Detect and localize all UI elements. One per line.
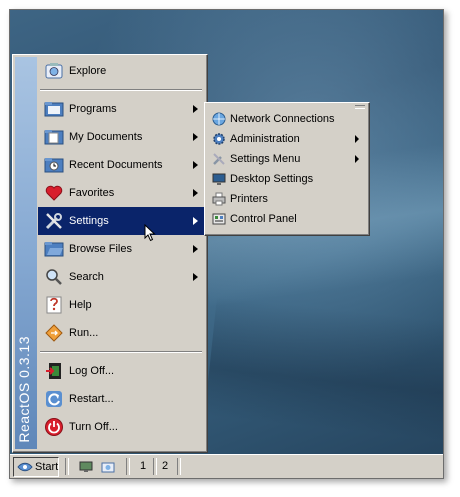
programs-folder-icon — [43, 98, 65, 120]
submenu-item-label: Network Connections — [230, 113, 335, 125]
menu-item-log-off[interactable]: Log Off... — [38, 357, 204, 385]
menu-item-help[interactable]: Help — [38, 291, 204, 319]
menu-item-settings[interactable]: Settings — [38, 207, 204, 235]
control-panel-icon — [211, 211, 227, 227]
submenu-item-settings-menu[interactable]: Settings Menu — [207, 149, 365, 169]
logoff-icon — [43, 360, 65, 382]
submenu-arrow-icon — [193, 217, 198, 225]
menu-item-my-documents[interactable]: My Documents — [38, 123, 204, 151]
taskbar-separator — [126, 458, 130, 475]
submenu-arrow-icon — [193, 161, 198, 169]
submenu-arrow-icon — [193, 133, 198, 141]
menu-item-label: Search — [69, 271, 104, 283]
mouse-cursor-icon — [144, 224, 156, 242]
recent-documents-icon — [43, 154, 65, 176]
network-icon — [211, 111, 227, 127]
favorites-heart-icon — [43, 182, 65, 204]
menu-item-search[interactable]: Search — [38, 263, 204, 291]
submenu-item-administration[interactable]: Administration — [207, 129, 365, 149]
menu-item-explore[interactable]: Explore — [38, 57, 204, 85]
branding-bar: ReactOS 0.3.13 — [15, 57, 37, 449]
submenu-item-label: Administration — [230, 133, 300, 145]
menu-item-label: Help — [69, 299, 92, 311]
documents-folder-icon — [43, 126, 65, 148]
wallpaper-streak-dark — [204, 296, 443, 444]
submenu-item-desktop-settings[interactable]: Desktop Settings — [207, 169, 365, 189]
screenshot-frame: ReactOS 0.3.13 Explore Programs My Docum… — [9, 9, 444, 479]
menu-separator — [40, 351, 202, 353]
search-icon — [43, 266, 65, 288]
submenu-item-network-connections[interactable]: Network Connections — [207, 109, 365, 129]
explorer-quicklaunch-icon[interactable] — [100, 459, 116, 474]
submenu-item-label: Desktop Settings — [230, 173, 314, 185]
menu-item-browse-files[interactable]: Browse Files — [38, 235, 204, 263]
taskbar: Start 1 2 — [10, 454, 443, 478]
power-icon — [43, 416, 65, 438]
menu-item-label: My Documents — [69, 131, 143, 143]
help-icon — [43, 294, 65, 316]
administration-gear-icon — [211, 131, 227, 147]
submenu-item-label: Control Panel — [230, 213, 297, 225]
start-menu: ReactOS 0.3.13 Explore Programs My Docum… — [12, 54, 208, 453]
browse-folder-icon — [43, 238, 65, 260]
submenu-item-label: Settings Menu — [230, 153, 301, 165]
menu-item-programs[interactable]: Programs — [38, 95, 204, 123]
menu-item-label: Browse Files — [69, 243, 132, 255]
submenu-arrow-icon — [193, 273, 198, 281]
menu-item-label: Settings — [69, 215, 109, 227]
menu-item-turn-off[interactable]: Turn Off... — [38, 413, 204, 441]
explore-icon — [43, 60, 65, 82]
menu-item-label: Restart... — [69, 393, 114, 405]
submenu-arrow-icon — [193, 189, 198, 197]
show-desktop-icon[interactable] — [78, 459, 94, 474]
menu-item-recent-documents[interactable]: Recent Documents — [38, 151, 204, 179]
menu-item-restart[interactable]: Restart... — [38, 385, 204, 413]
settings-menu-icon — [211, 151, 227, 167]
menu-item-label: Recent Documents — [69, 159, 163, 171]
menu-item-label: Explore — [69, 65, 107, 77]
submenu-item-label: Printers — [230, 193, 268, 205]
submenu-arrow-icon — [193, 105, 198, 113]
printer-icon — [211, 191, 227, 207]
submenu-items: Network Connections Administration Setti… — [207, 109, 365, 229]
run-icon — [43, 322, 65, 344]
menu-separator — [40, 89, 202, 91]
menu-item-label: Run... — [69, 327, 99, 339]
submenu-arrow-icon — [355, 155, 359, 163]
workspace-2-button[interactable]: 2 — [156, 458, 174, 474]
settings-submenu: Network Connections Administration Setti… — [204, 102, 370, 236]
branding-text: ReactOS 0.3.13 — [16, 336, 32, 443]
menu-item-label: Programs — [69, 103, 117, 115]
workspace-1-button[interactable]: 1 — [134, 458, 152, 474]
menu-item-favorites[interactable]: Favorites — [38, 179, 204, 207]
menu-item-label: Log Off... — [69, 365, 115, 377]
taskbar-separator — [177, 458, 181, 475]
start-logo-icon — [17, 461, 33, 473]
taskbar-separator — [65, 458, 69, 475]
submenu-item-control-panel[interactable]: Control Panel — [207, 209, 365, 229]
submenu-item-printers[interactable]: Printers — [207, 189, 365, 209]
submenu-arrow-icon — [193, 245, 198, 253]
menu-item-run[interactable]: Run... — [38, 319, 204, 347]
start-button[interactable]: Start — [13, 457, 59, 477]
menu-item-label: Turn Off... — [69, 421, 118, 433]
restart-icon — [43, 388, 65, 410]
desktop-settings-icon — [211, 171, 227, 187]
menu-item-label: Favorites — [69, 187, 115, 199]
start-menu-items: Explore Programs My Documents Recent Doc… — [38, 57, 204, 441]
start-button-label: Start — [35, 461, 59, 473]
settings-tools-icon — [43, 210, 65, 232]
submenu-arrow-icon — [355, 135, 359, 143]
